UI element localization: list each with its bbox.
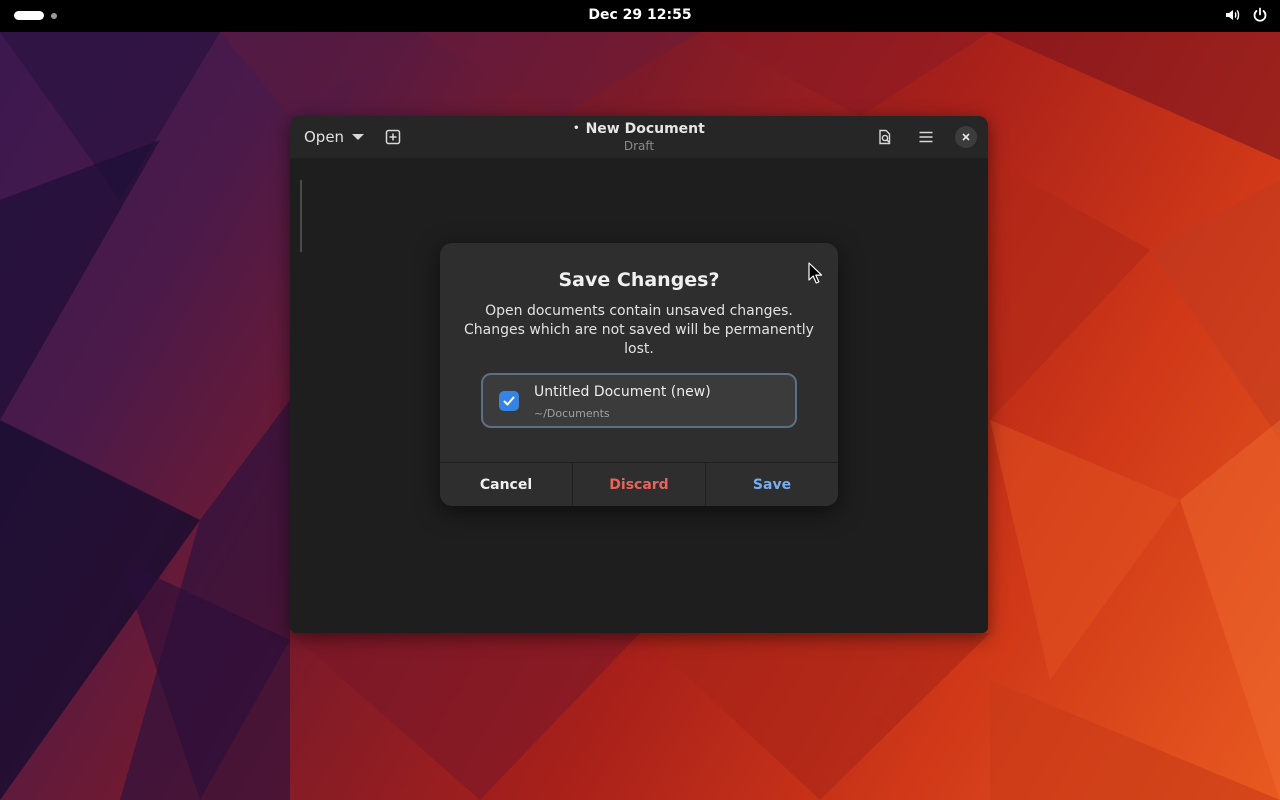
top-bar: Dec 29 12:55 <box>0 0 1280 32</box>
clock-button[interactable]: Dec 29 12:55 <box>588 7 691 23</box>
document-search-button[interactable] <box>870 123 900 151</box>
open-button-label: Open <box>304 128 345 146</box>
close-icon <box>962 133 970 141</box>
new-tab-button[interactable] <box>378 123 408 151</box>
unsaved-document-row[interactable]: Untitled Document (new) ~/Documents <box>481 373 797 428</box>
new-tab-icon <box>385 129 401 145</box>
workspace-indicator-active <box>14 11 44 20</box>
workspace-indicator <box>51 12 57 19</box>
chevron-down-icon <box>352 134 365 140</box>
activities-button[interactable] <box>14 11 57 20</box>
document-title: New Document <box>585 121 705 137</box>
volume-icon <box>1224 7 1240 23</box>
save-button[interactable]: Save <box>706 463 838 506</box>
checkmark-icon <box>503 396 515 406</box>
dialog-actions: Cancel Discard Save <box>440 462 838 506</box>
discard-button[interactable]: Discard <box>573 463 706 506</box>
system-tray[interactable] <box>1224 7 1268 23</box>
document-path: ~/Documents <box>534 407 610 420</box>
main-menu-button[interactable] <box>911 123 941 151</box>
document-name: Untitled Document (new) <box>534 384 711 400</box>
header-bar: Open • New Document Draft <box>290 116 988 158</box>
unsaved-indicator: • <box>573 123 580 134</box>
window-close-button[interactable] <box>955 126 977 148</box>
save-changes-dialog: Save Changes? Open documents contain uns… <box>440 243 838 506</box>
cancel-button[interactable]: Cancel <box>440 463 573 506</box>
document-checkbox[interactable] <box>499 391 519 411</box>
dialog-message: Open documents contain unsaved changes. … <box>464 303 814 357</box>
power-icon <box>1252 7 1268 23</box>
mouse-pointer-icon <box>808 262 822 284</box>
open-button[interactable]: Open <box>296 123 372 151</box>
document-search-icon <box>879 129 891 145</box>
text-cursor <box>300 180 302 252</box>
hamburger-menu-icon <box>919 131 933 143</box>
dialog-title: Save Changes? <box>558 269 720 291</box>
